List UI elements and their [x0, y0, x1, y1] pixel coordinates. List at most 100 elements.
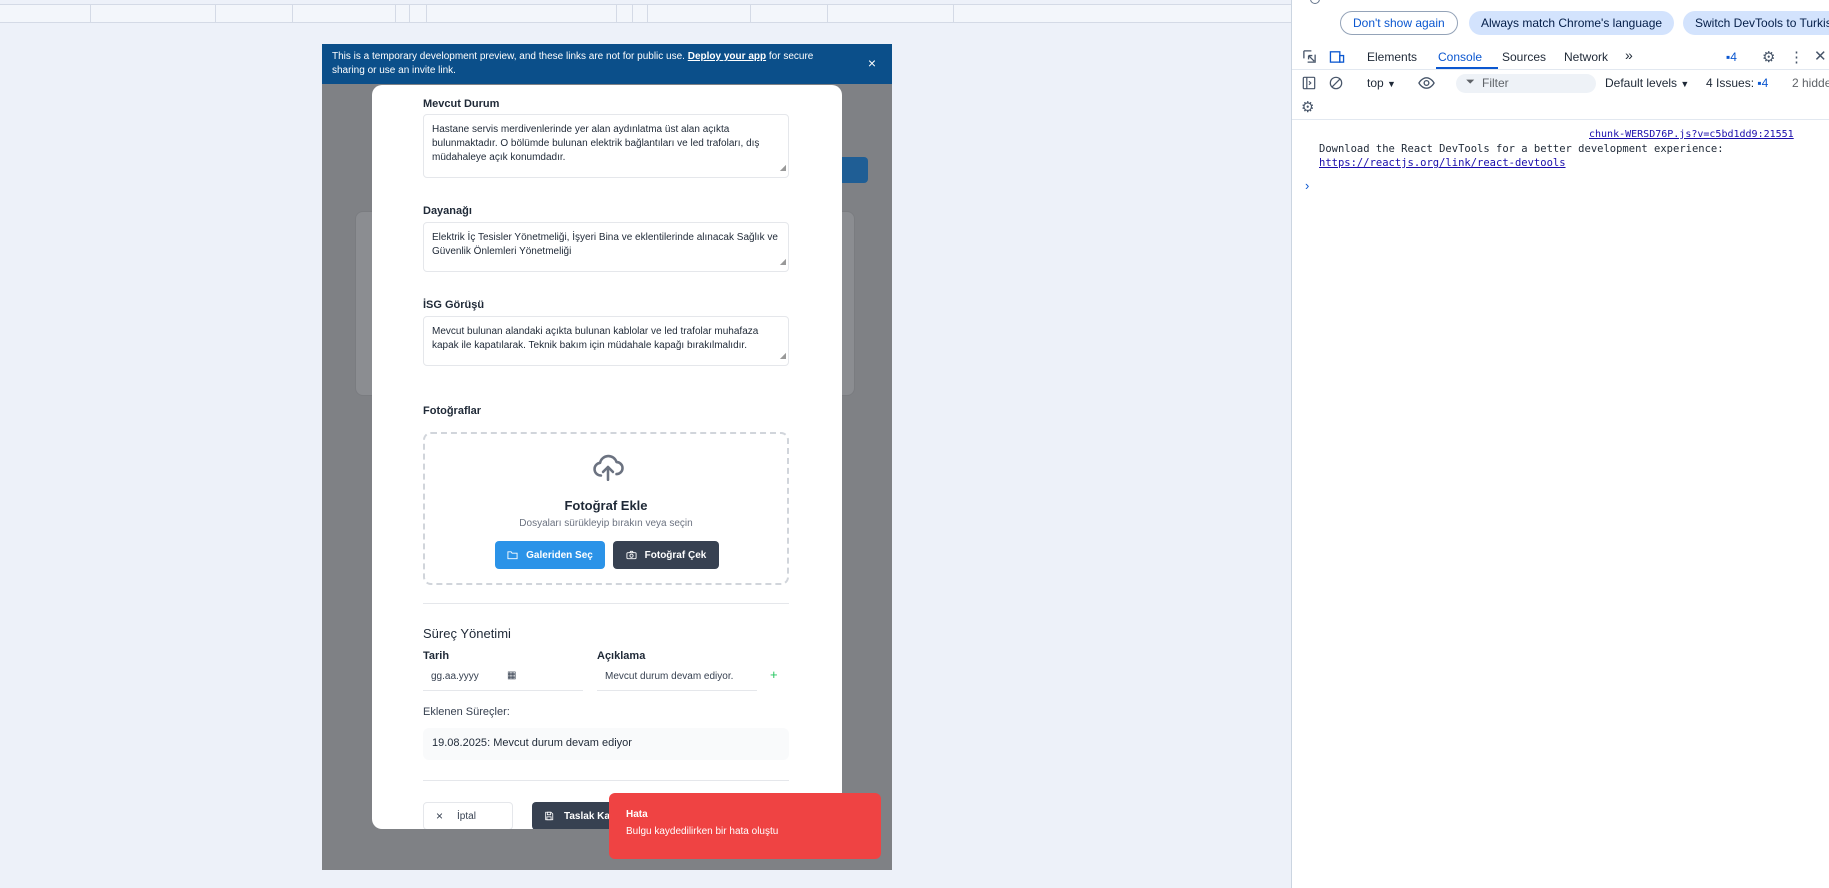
close-icon[interactable]: ×: [868, 56, 876, 70]
messages-count: 4: [1730, 50, 1737, 64]
more-tabs-icon[interactable]: »: [1625, 47, 1633, 63]
process-item-text: Mevcut durum devam ediyor: [493, 737, 632, 749]
switch-language-button[interactable]: Switch DevTools to Turkis: [1683, 11, 1829, 35]
strip-divider: [215, 5, 216, 23]
device-toolbar-icon[interactable]: [1329, 49, 1345, 64]
basis-textarea[interactable]: Elektrik İç Tesisler Yönetmeliği, İşyeri…: [423, 222, 789, 272]
date-placeholder: gg.aa.yyyy: [431, 671, 479, 682]
dropzone-subtitle: Dosyaları sürükleyip bırakın veya seçin: [519, 518, 693, 529]
isg-opinion-label: İSG Görüşü: [423, 299, 485, 311]
issues-count: 4: [1761, 76, 1769, 90]
log-source-link[interactable]: chunk-WERSD76P.js?v=c5bd1dd9:21551: [1589, 129, 1794, 140]
isg-opinion-textarea[interactable]: Mevcut bulunan alandaki açıkta bulunan k…: [423, 316, 789, 366]
add-process-icon[interactable]: +: [770, 667, 778, 682]
isg-opinion-value: Mevcut bulunan alandaki açıkta bulunan k…: [432, 326, 759, 351]
live-expression-eye-icon[interactable]: [1418, 76, 1435, 90]
devtools-tabbar: Elements Console Sources Network » ▪4 ⚙ …: [1292, 44, 1829, 70]
active-tab-indicator: [1436, 67, 1498, 69]
close-devtools-icon[interactable]: ✕: [1814, 47, 1827, 65]
added-processes-label: Eklenen Süreçler:: [423, 706, 510, 718]
console-toolbar: top ▼ ⏷ Filter Default levels ▼ 4 Issues…: [1292, 70, 1829, 96]
take-photo-button[interactable]: Fotoğraf Çek: [613, 541, 719, 569]
sidebar-toggle-icon[interactable]: [1302, 76, 1316, 90]
process-list-item: 19.08.2025: Mevcut durum devam ediyor: [423, 728, 789, 760]
react-devtools-link[interactable]: https://reactjs.org/link/react-devtools: [1319, 157, 1566, 169]
basis-label: Dayanağı: [423, 205, 472, 217]
process-management-title: Süreç Yönetimi: [423, 626, 511, 641]
date-label: Tarih: [423, 650, 450, 662]
console-settings-row: ⚙: [1292, 96, 1829, 120]
tab-sources[interactable]: Sources: [1502, 50, 1546, 64]
folder-icon: [507, 551, 518, 560]
strip-divider: [647, 5, 648, 23]
description-input[interactable]: Mevcut durum devam ediyor.: [597, 665, 757, 691]
always-match-language-button[interactable]: Always match Chrome's language: [1469, 11, 1675, 35]
description-label: Açıklama: [597, 650, 646, 662]
page-top-strip: [0, 4, 1291, 23]
console-settings-gear-icon[interactable]: ⚙: [1301, 98, 1314, 116]
issues-label: 4 Issues:: [1706, 76, 1755, 90]
banner-text: This is a temporary development preview,…: [332, 51, 685, 62]
strip-divider: [292, 5, 293, 23]
tab-console[interactable]: Console: [1438, 50, 1482, 64]
console-filter-input[interactable]: ⏷ Filter: [1456, 74, 1596, 93]
date-input[interactable]: gg.aa.yyyy ▦: [423, 665, 583, 691]
resize-handle-icon[interactable]: ◢: [780, 349, 786, 363]
log-levels-dropdown[interactable]: Default levels ▼: [1605, 76, 1689, 90]
calendar-icon[interactable]: ▦: [507, 670, 516, 681]
deploy-link[interactable]: Deploy your app: [688, 51, 766, 62]
info-icon: [1310, 0, 1320, 4]
toast-title: Hata: [626, 809, 648, 820]
devtools-panel: Don't show again Always match Chrome's l…: [1291, 0, 1829, 888]
preview-banner: This is a temporary development preview,…: [322, 44, 892, 84]
dropzone-title: Fotoğraf Ekle: [564, 498, 648, 513]
resize-handle-icon[interactable]: ◢: [780, 255, 786, 269]
camera-icon: [626, 550, 637, 560]
toast-message: Bulgu kaydedilirken bir hata oluştu: [626, 826, 779, 837]
basis-value: Elektrik İç Tesisler Yönetmeliği, İşyeri…: [432, 232, 778, 257]
section-divider: [423, 603, 789, 604]
current-status-value: Hastane servis merdivenlerinde yer alan …: [432, 124, 760, 163]
log-levels-value: Default levels: [1605, 76, 1678, 90]
app-preview-viewport: This is a temporary development preview,…: [322, 44, 892, 870]
dont-show-again-button[interactable]: Don't show again: [1340, 11, 1458, 35]
strip-divider: [616, 5, 617, 23]
camera-button-label: Fotoğraf Çek: [644, 549, 707, 561]
clear-console-icon[interactable]: [1329, 76, 1343, 90]
strip-divider: [827, 5, 828, 23]
inspect-element-icon[interactable]: [1302, 49, 1317, 64]
strip-divider: [953, 5, 954, 23]
photos-label: Fotoğraflar: [423, 405, 482, 417]
cancel-button[interactable]: × İptal: [423, 802, 513, 829]
current-status-label: Mevcut Durum: [423, 98, 500, 110]
save-icon: [545, 811, 554, 821]
settings-gear-icon[interactable]: ⚙: [1762, 48, 1775, 66]
error-toast[interactable]: Hata Bulgu kaydedilirken bir hata oluştu: [609, 793, 881, 859]
console-prompt-chevron-icon[interactable]: ›: [1305, 178, 1309, 193]
strip-divider: [395, 5, 396, 23]
strip-divider: [409, 5, 410, 23]
filter-placeholder: Filter: [1482, 76, 1509, 90]
photo-dropzone[interactable]: Fotoğraf Ekle Dosyaları sürükleyip bırak…: [423, 432, 789, 585]
close-icon: ×: [436, 809, 444, 823]
issues-button[interactable]: 4 Issues: ▪4: [1706, 76, 1768, 90]
cancel-button-label: İptal: [457, 810, 476, 822]
more-options-icon[interactable]: ⋮: [1789, 48, 1804, 66]
tab-elements[interactable]: Elements: [1367, 50, 1417, 64]
select-from-gallery-button[interactable]: Galeriden Seç: [495, 541, 605, 569]
strip-divider: [426, 5, 427, 23]
current-status-textarea[interactable]: Hastane servis merdivenlerinde yer alan …: [423, 114, 789, 178]
chevron-down-icon: ▼: [1680, 79, 1690, 89]
resize-handle-icon[interactable]: ◢: [780, 161, 786, 175]
gallery-button-label: Galeriden Seç: [526, 549, 593, 561]
process-item-date: 19.08.2025: [432, 737, 488, 749]
context-selector[interactable]: top ▼: [1367, 76, 1396, 90]
devtools-language-infobar: Don't show again Always match Chrome's l…: [1292, 0, 1829, 44]
tab-network[interactable]: Network: [1564, 50, 1608, 64]
messages-badge[interactable]: ▪4: [1726, 50, 1737, 64]
section-divider: [423, 780, 789, 781]
chevron-down-icon: ▼: [1387, 79, 1396, 89]
cloud-upload-icon: [593, 454, 624, 482]
log-message: Download the React DevTools for a better…: [1319, 143, 1724, 155]
save-draft-label: Taslak Ka: [564, 810, 610, 822]
